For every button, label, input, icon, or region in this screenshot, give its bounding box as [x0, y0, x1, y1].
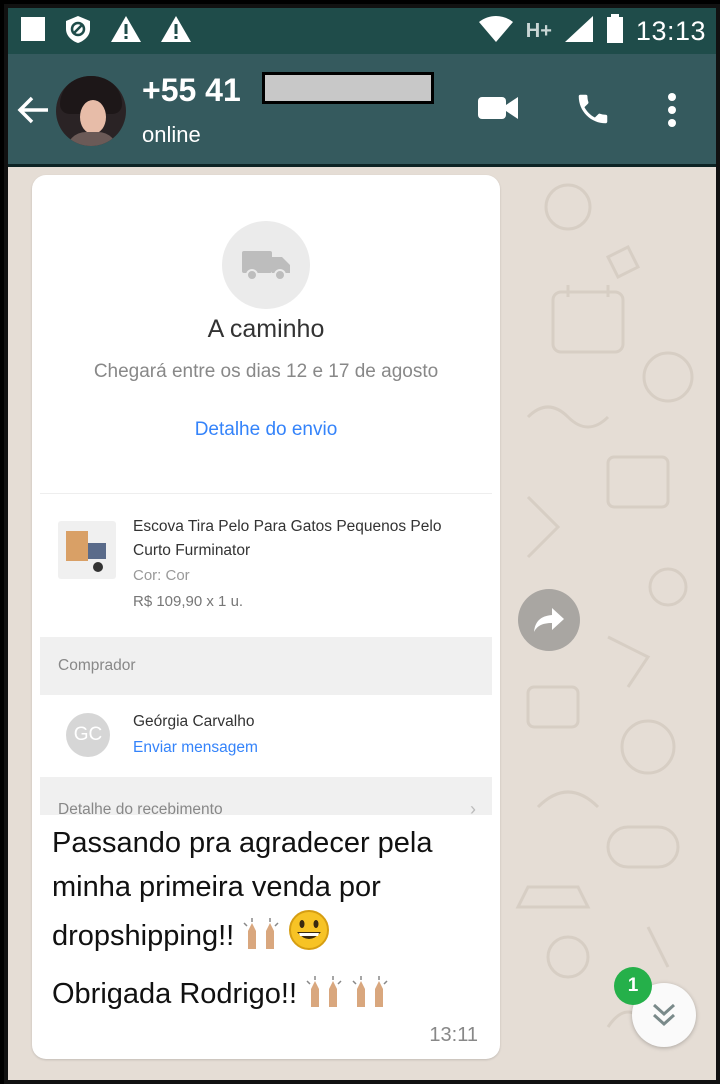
avatar[interactable]: [56, 76, 126, 146]
shipping-status-title: A caminho: [207, 315, 325, 343]
battery-icon: [606, 13, 624, 49]
chat-header: +55 41 online: [8, 54, 716, 167]
unread-count-badge: 1: [614, 967, 652, 1005]
message-timestamp: 13:11: [429, 1024, 478, 1046]
contact-status: online: [142, 122, 201, 147]
network-type: H+: [525, 19, 552, 42]
product-name: Escova Tira Pelo Para Gatos Pequenos Pel…: [133, 518, 442, 559]
product-thumbnail: [58, 521, 116, 579]
message-line-2: Obrigada Rodrigo!!: [52, 978, 298, 1010]
chevron-right-icon: ›: [470, 799, 476, 815]
double-chevron-down-icon: [652, 1003, 676, 1027]
status-bar: H+ 13:13: [8, 8, 716, 54]
receipt-section-label: Detalhe do recebimento: [58, 801, 223, 815]
video-call-icon[interactable]: [476, 92, 520, 129]
truck-icon: [222, 221, 310, 309]
raising-hands-emoji-icon: [242, 917, 280, 964]
stop-icon: [20, 16, 46, 47]
shipping-details-link[interactable]: Detalhe do envio: [40, 419, 492, 441]
back-arrow-icon[interactable]: [16, 92, 52, 133]
phone-call-icon[interactable]: [574, 90, 612, 133]
forward-button[interactable]: [518, 589, 580, 651]
wifi-icon: [478, 15, 514, 48]
product-color: Cor: Cor: [133, 567, 190, 584]
data-saver-icon: [64, 14, 92, 49]
raising-hands-emoji-icon: [351, 975, 389, 1022]
redacted-phone-number: [262, 72, 434, 104]
message-text: Passando pra agradecer pela minha primei…: [52, 821, 492, 1022]
contact-name[interactable]: +55 41: [142, 72, 241, 109]
raising-hands-emoji-icon: [305, 975, 343, 1022]
divider: [40, 493, 492, 494]
more-vert-icon[interactable]: [666, 92, 678, 133]
incoming-message-bubble[interactable]: A caminho Chegará entre os dias 12 e 17 …: [32, 175, 500, 1059]
clock: 13:13: [635, 15, 706, 46]
buyer-section-label: Comprador: [58, 657, 136, 674]
receipt-section-header[interactable]: Detalhe do recebimento ›: [40, 777, 492, 815]
buyer-name: Geórgia Carvalho: [133, 713, 255, 730]
buyer-section-header: Comprador: [40, 637, 492, 695]
phone-screen: H+ 13:13 +55 41 online A caminho Chegará…: [4, 4, 720, 1084]
warning-icon: [110, 15, 142, 48]
product-price: R$ 109,90 x 1 u.: [133, 593, 244, 610]
shipping-card[interactable]: A caminho Chegará entre os dias 12 e 17 …: [40, 175, 492, 815]
forward-icon: [534, 608, 564, 632]
delivery-estimate: Chegará entre os dias 12 e 17 de agosto: [93, 361, 439, 382]
warning-icon: [160, 15, 192, 48]
signal-icon: [564, 15, 594, 48]
grinning-face-emoji-icon: [288, 909, 330, 964]
chat-area[interactable]: A caminho Chegará entre os dias 12 e 17 …: [8, 167, 716, 1080]
send-message-link[interactable]: Enviar mensagem: [133, 739, 258, 757]
buyer-avatar: GC: [66, 713, 110, 757]
